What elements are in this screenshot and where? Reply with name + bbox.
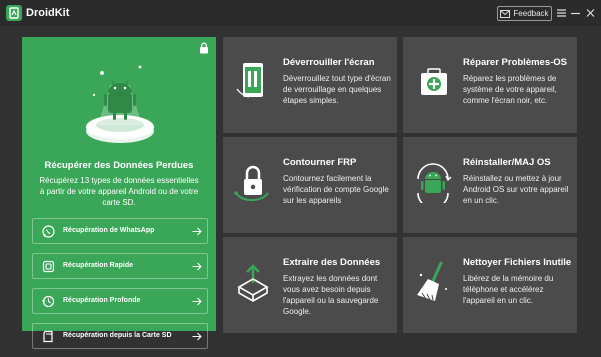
sd-card-recovery-label: Récupération depuis la Carte SD — [63, 332, 172, 339]
repair-os-description: Réparez les problèmes de système de votr… — [463, 74, 557, 105]
reinstall-os-title: Réinstaller/MAJ OS — [463, 157, 551, 168]
android-reinstall-icon — [417, 163, 452, 203]
bypass-frp-description: Contournez facilement la vérification de… — [283, 174, 389, 205]
hero-description: Récupérez 13 types de données essentiell… — [39, 176, 199, 207]
unlock-screen-card[interactable]: Déverrouiller l'écran Déverrouillez tout… — [223, 37, 397, 133]
quick-recovery-label: Récupération Rapide — [63, 262, 134, 269]
unlock-screen-description: Déverrouillez tout type d'écran de verro… — [283, 74, 391, 105]
sd-card-icon — [43, 330, 53, 343]
bypass-frp-title: Contourner FRP — [283, 157, 357, 168]
arrow-right-icon — [192, 262, 202, 271]
menu-icon[interactable] — [556, 7, 567, 19]
feedback-label: Feedback — [513, 9, 549, 18]
repair-os-icon — [421, 68, 447, 95]
frp-lock-icon — [234, 165, 269, 202]
app-logo-icon — [6, 5, 22, 21]
deep-recovery-button[interactable]: Récupération Profonde — [32, 288, 208, 314]
reinstall-os-description: Réinstallez ou mettez à jour Android OS … — [463, 174, 569, 205]
extract-data-card[interactable]: Extraire des Données Extrayez les donnée… — [223, 237, 397, 333]
minimize-icon[interactable] — [570, 7, 581, 19]
whatsapp-recovery-button[interactable]: Récupération de WhatsApp — [32, 218, 208, 244]
feedback-button[interactable]: Feedback — [497, 6, 552, 21]
arrow-right-icon — [192, 297, 202, 306]
hero-title: Récupérer des Données Perdues — [44, 160, 194, 171]
mail-icon — [500, 9, 511, 18]
broom-clean-icon — [417, 261, 447, 301]
quick-recovery-icon — [42, 260, 55, 273]
extract-data-title: Extraire des Données — [283, 257, 381, 268]
clean-junk-title: Nettoyer Fichiers Inutile — [463, 257, 572, 268]
title-bar: DroidKit Feedback — [0, 0, 601, 26]
clean-junk-description: Libérez de la mémoire du téléphone et ac… — [463, 274, 554, 305]
app-title: DroidKit — [26, 7, 70, 19]
unlock-screen-icon — [236, 63, 263, 98]
data-recovery-panel[interactable]: Récupérer des Données Perdues Récupérez … — [22, 37, 216, 349]
extract-data-icon — [237, 264, 269, 302]
deep-recovery-icon — [42, 295, 55, 308]
lock-icon — [200, 42, 208, 54]
whatsapp-recovery-label: Récupération de WhatsApp — [63, 227, 155, 234]
arrow-right-icon — [192, 227, 202, 236]
repair-os-card[interactable]: Réparer Problèmes-OS Réparez les problèm… — [403, 37, 577, 133]
bypass-frp-card[interactable]: Contourner FRP Contournez facilement la … — [223, 137, 397, 233]
close-icon[interactable] — [585, 7, 596, 19]
unlock-screen-title: Déverrouiller l'écran — [283, 57, 375, 68]
quick-recovery-button[interactable]: Récupération Rapide — [32, 253, 208, 279]
android-recovery-illustration-icon — [86, 65, 154, 143]
reinstall-os-card[interactable]: Réinstaller/MAJ OS Réinstallez ou mettez… — [403, 137, 577, 233]
clean-junk-card[interactable]: Nettoyer Fichiers Inutile Libérez de la … — [403, 237, 577, 333]
extract-data-description: Extrayez les données dont vous avez beso… — [283, 274, 379, 316]
arrow-right-icon — [192, 332, 202, 341]
whatsapp-icon — [42, 225, 55, 238]
deep-recovery-label: Récupération Profonde — [63, 297, 141, 304]
sd-card-recovery-button[interactable]: Récupération depuis la Carte SD — [32, 323, 208, 349]
repair-os-title: Réparer Problèmes-OS — [463, 57, 568, 68]
